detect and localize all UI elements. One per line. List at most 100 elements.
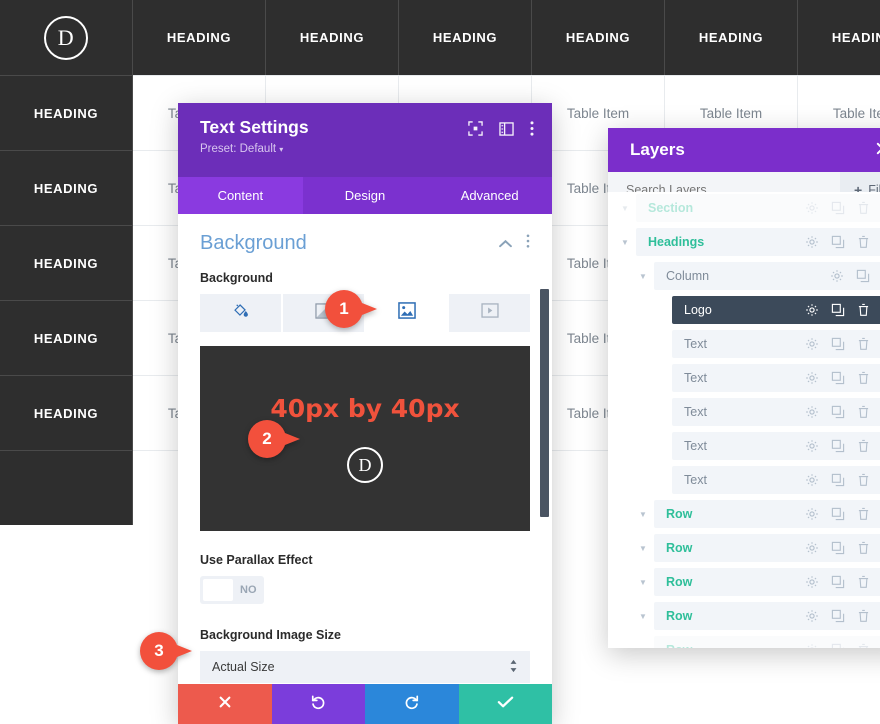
chevron-toggle-icon[interactable]: ▼ [632, 612, 654, 621]
more-vertical-icon[interactable] [526, 234, 530, 253]
layer-row-row-10[interactable]: ▼ Row [608, 534, 880, 562]
trash-icon[interactable] [857, 337, 870, 351]
more-vertical-icon[interactable] [530, 121, 534, 141]
gear-icon[interactable] [805, 575, 819, 589]
trash-icon[interactable] [857, 507, 870, 521]
layer-row-inner[interactable]: Logo [672, 296, 880, 324]
row-header-1: HEADING [0, 150, 133, 225]
trash-icon[interactable] [857, 473, 870, 487]
duplicate-icon[interactable] [831, 575, 845, 589]
chevron-toggle-icon[interactable]: ▼ [632, 272, 654, 281]
trash-icon[interactable] [857, 439, 870, 453]
layer-row-row-11[interactable]: ▼ Row [608, 568, 880, 596]
duplicate-icon[interactable] [831, 303, 845, 317]
duplicate-icon[interactable] [831, 507, 845, 521]
trash-icon[interactable] [857, 643, 870, 648]
chevron-toggle-icon[interactable]: ▼ [614, 204, 636, 213]
trash-icon[interactable] [857, 405, 870, 419]
panel-layout-icon[interactable] [499, 121, 514, 141]
trash-icon[interactable] [857, 541, 870, 555]
duplicate-icon[interactable] [831, 541, 845, 555]
fullscreen-icon[interactable] [468, 121, 483, 141]
gear-icon[interactable] [805, 303, 819, 317]
tab-content[interactable]: Content [178, 177, 303, 214]
gear-icon[interactable] [805, 337, 819, 351]
layer-row-text-7[interactable]: Text [608, 432, 880, 460]
tab-design[interactable]: Design [303, 177, 428, 214]
layer-row-inner[interactable]: Row [654, 534, 880, 562]
gear-icon[interactable] [805, 609, 819, 623]
gear-icon[interactable] [805, 235, 819, 249]
layer-row-inner[interactable]: Headings [636, 228, 880, 256]
gear-icon[interactable] [805, 371, 819, 385]
chevron-toggle-icon[interactable]: ▼ [632, 578, 654, 587]
gear-icon[interactable] [805, 405, 819, 419]
background-color-tab[interactable] [200, 294, 281, 332]
duplicate-icon[interactable] [831, 643, 845, 648]
trash-icon[interactable] [857, 575, 870, 589]
layer-row-inner[interactable]: Section [636, 194, 880, 222]
close-icon[interactable] [875, 141, 880, 160]
parallax-toggle[interactable]: NO [200, 576, 264, 604]
duplicate-icon[interactable] [831, 473, 845, 487]
chevron-toggle-icon[interactable]: ▼ [632, 544, 654, 553]
cancel-button[interactable] [178, 684, 272, 724]
gear-icon[interactable] [805, 541, 819, 555]
preset-selector[interactable]: Preset: Default ▾ [200, 143, 309, 155]
gear-icon[interactable] [805, 507, 819, 521]
layer-name: Text [684, 473, 707, 487]
layer-row-text-6[interactable]: Text [608, 398, 880, 426]
gear-icon[interactable] [805, 643, 819, 648]
tab-advanced[interactable]: Advanced [427, 177, 552, 214]
trash-icon[interactable] [857, 609, 870, 623]
gear-icon[interactable] [805, 201, 819, 215]
layer-row-inner[interactable]: Text [672, 364, 880, 392]
layer-row-column-2[interactable]: ▼ Column [608, 262, 880, 290]
chevron-up-icon[interactable] [498, 235, 513, 253]
layer-row-inner[interactable]: Column [654, 262, 880, 290]
duplicate-icon[interactable] [856, 269, 870, 283]
layer-row-headings-1[interactable]: ▼ Headings [608, 228, 880, 256]
scrollbar-thumb[interactable] [540, 289, 549, 517]
duplicate-icon[interactable] [831, 235, 845, 249]
chevron-toggle-icon[interactable]: ▼ [632, 646, 654, 649]
gear-icon[interactable] [805, 473, 819, 487]
settings-scrollbar[interactable] [540, 214, 549, 684]
undo-button[interactable] [271, 684, 365, 724]
background-image-size-select[interactable]: Actual Size [200, 651, 530, 683]
layer-row-inner[interactable]: Text [672, 432, 880, 460]
duplicate-icon[interactable] [831, 609, 845, 623]
trash-icon[interactable] [857, 303, 870, 317]
trash-icon[interactable] [857, 235, 870, 249]
layer-row-row-9[interactable]: ▼ Row [608, 500, 880, 528]
duplicate-icon[interactable] [831, 439, 845, 453]
gear-icon[interactable] [805, 439, 819, 453]
layer-row-inner[interactable]: Text [672, 398, 880, 426]
chevron-toggle-icon[interactable]: ▼ [614, 238, 636, 247]
layer-row-inner[interactable]: Row [654, 636, 880, 648]
redo-button[interactable] [365, 684, 459, 724]
save-button[interactable] [458, 684, 552, 724]
layer-row-text-4[interactable]: Text [608, 330, 880, 358]
duplicate-icon[interactable] [831, 201, 845, 215]
layer-name: Text [684, 371, 707, 385]
trash-icon[interactable] [857, 371, 870, 385]
layer-row-inner[interactable]: Text [672, 330, 880, 358]
layer-row-inner[interactable]: Row [654, 602, 880, 630]
trash-icon[interactable] [857, 201, 870, 215]
layer-row-row-12[interactable]: ▼ Row [608, 602, 880, 630]
duplicate-icon[interactable] [831, 337, 845, 351]
layer-row-section-0[interactable]: ▼ Section [608, 194, 880, 222]
chevron-toggle-icon[interactable]: ▼ [632, 510, 654, 519]
layer-row-inner[interactable]: Text [672, 466, 880, 494]
layer-row-text-8[interactable]: Text [608, 466, 880, 494]
gear-icon[interactable] [830, 269, 844, 283]
layer-row-inner[interactable]: Row [654, 500, 880, 528]
duplicate-icon[interactable] [831, 371, 845, 385]
background-video-tab[interactable] [449, 294, 530, 332]
layer-row-text-5[interactable]: Text [608, 364, 880, 392]
layer-row-row-13[interactable]: ▼ Row [608, 636, 880, 648]
duplicate-icon[interactable] [831, 405, 845, 419]
layer-row-inner[interactable]: Row [654, 568, 880, 596]
layer-row-logo-3[interactable]: Logo [608, 296, 880, 324]
